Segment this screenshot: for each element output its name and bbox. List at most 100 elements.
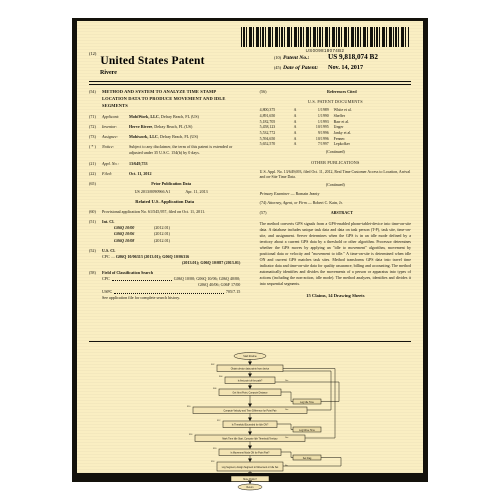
flowchart-figure: Start Routine Obtain device data points … — [89, 351, 411, 493]
notice-text: Subject to any disclaimer, the term of t… — [129, 144, 233, 156]
dot-leader — [111, 276, 172, 282]
invention-title: METHOD AND SYSTEM TO ANALYZE TIME STAMP … — [102, 89, 226, 108]
field-classification-search: (58) Field of Classification Search CPC … — [89, 270, 240, 301]
filed-value: Oct. 11, 2012 — [129, 170, 152, 176]
ref-numeral: 328 — [225, 475, 229, 477]
patent-no-code: (10) — [274, 55, 281, 60]
ref-numeral: 310 — [187, 406, 191, 408]
field-inventor: (72) Inventor: Herve Rivere, Delray Beac… — [89, 124, 240, 130]
examiner-name: Romain Jeanty — [295, 191, 320, 197]
assignee-name: Mobiwork, LLC — [129, 134, 158, 140]
node-text: More Points? — [243, 478, 257, 481]
attorney-line: (74) Attorney, Agent, or Firm — Robert C… — [259, 200, 343, 206]
field-appl-no: (21) Appl. No.: 13/649,753 — [89, 161, 240, 167]
prior-pub-date: Apr. 11, 2013 — [185, 189, 208, 195]
node-text: Is Threshold Exceeded for Idle ON? — [232, 424, 269, 427]
applicant-address: , Delray Beach, FL (US) — [158, 113, 199, 119]
examiner-label: Primary Examiner — [259, 191, 290, 197]
other-publications-heading: OTHER PUBLICATIONS — [311, 160, 360, 166]
ref-name: Lepkofker — [333, 142, 350, 147]
ref-numeral: 316 — [189, 434, 193, 436]
applicant-name: MobiWork, LLC — [129, 113, 159, 119]
related-app-heading: Related U.S. Application Data — [135, 199, 195, 205]
fcs-cpc-label: CPC — [102, 276, 110, 282]
assignee-code: (73) — [89, 134, 96, 140]
branch-label: Yes — [285, 409, 288, 411]
refs-heading: References Cited — [327, 89, 357, 94]
primary-examiner: Primary Examiner — Romain Jeanty — [259, 191, 320, 197]
patent-no-value: US 9,818,074 B2 — [328, 53, 378, 61]
patent-no-label: Patent No.: — [282, 55, 310, 61]
field-references-cited: (56) References Cited — [260, 89, 411, 95]
branch-label: Yes — [285, 437, 288, 439]
other-pub-continued: (Continued) — [325, 182, 345, 187]
inventor-surname: Rivere — [100, 70, 117, 76]
node-text: Mark Time Idle Start, Compute Idle Thres… — [222, 438, 278, 441]
attorney-name: Robert C. Kain, Jr. — [312, 200, 343, 206]
abstract-code: (57) — [259, 210, 267, 216]
field-int-cl: (51) Int. Cl. G06Q 10/00 (2012.01) G06Q … — [89, 219, 240, 244]
ref-numeral: 306 — [213, 388, 217, 390]
intcl-code: (51) — [89, 219, 96, 225]
field-notice: ( * ) Notice: Subject to any disclaimer,… — [89, 144, 240, 156]
field-related-app: (60) Provisional application No. 61/545,… — [89, 209, 240, 215]
inventor-label: Inventor: — [102, 124, 118, 130]
uscl-code: (52) — [89, 247, 96, 253]
uscl-line-1: G06Q 10/06313 (2013.01); G06Q 10/06316 — [115, 253, 190, 259]
notice-label: Notice: — [102, 144, 115, 150]
patent-page: US009818074B2 (12) United States Patent … — [72, 18, 428, 491]
ref-numeral: 320 — [213, 448, 217, 450]
ref-numeral: 312 — [217, 420, 221, 422]
us-docs-heading: U.S. PATENT DOCUMENTS — [307, 99, 363, 105]
inventor-address: , Delray Beach, FL (US) — [152, 124, 193, 130]
date-label: Date of Patent: — [282, 64, 319, 71]
filed-code: (22) — [89, 170, 96, 176]
node-text: Log Segment, Assign Segment to Movement … — [222, 466, 279, 469]
attorney-label: Attorney, Agent, or Firm — [267, 200, 307, 206]
assignee-label: Assignee: — [102, 134, 118, 140]
intcl-row: G06Q 10/08 (2012.01) — [102, 238, 240, 244]
inventor-code: (72) — [89, 124, 96, 130]
column-divider — [248, 89, 249, 339]
intcl-year-2: (2012.01) — [154, 237, 171, 243]
filed-label: Filed: — [102, 170, 113, 176]
node-text: Get Next Point, Compute Distance — [232, 392, 268, 395]
ref-patent-no: 5,652,570 — [259, 142, 276, 147]
inventor-name: Herve Rivere — [129, 124, 153, 130]
prior-pub-heading: Prior Publication Data — [151, 180, 192, 186]
notice-code: ( * ) — [89, 144, 96, 150]
fcs-uspc-value: 705/7.15 — [225, 288, 241, 294]
right-column: (56) References Cited U.S. PATENT DOCUME… — [260, 89, 411, 299]
ref-numeral: 302 — [211, 364, 215, 366]
refs-code: (56) — [259, 89, 267, 94]
field-abstract: (57) ABSTRACT — [260, 210, 411, 216]
applicant-code: (71) — [89, 113, 96, 119]
date-code: (45) — [274, 64, 281, 70]
node-text: Is first point of the path? — [238, 380, 263, 383]
dot-leader — [114, 289, 224, 294]
left-column: (54) METHOD AND SYSTEM TO ANALYZE TIME S… — [89, 89, 240, 305]
abstract-heading: ABSTRACT — [330, 210, 353, 216]
field-title: (54) METHOD AND SYSTEM TO ANALYZE TIME S… — [89, 89, 240, 110]
other-publication-entry: U.S. Appl. No. 13/649,693, filed Oct. 11… — [259, 169, 411, 180]
uscl-line-2: (2013.01); G06Q 10/087 (2013.01) — [181, 260, 241, 266]
doc-type-title: United States Patent — [100, 55, 205, 67]
node-text: Start Routine — [243, 355, 257, 358]
ref-numeral: 304 — [219, 376, 223, 378]
related-code: (60) — [89, 209, 96, 215]
patent-title-block: (12) United States Patent Rivere — [89, 51, 259, 76]
barcode-block: US009818074B2 — [241, 27, 409, 53]
abstract-text: The method converts GPS signals from a G… — [259, 220, 411, 286]
table-row: 5,652,570 A 7/1997 Lepkofker — [260, 142, 411, 148]
header-rule — [89, 81, 411, 82]
prior-pub-code: (65) — [89, 180, 96, 186]
intcl-code-2: G06Q 10/08 — [114, 237, 135, 243]
node-text: Is Movement Mode ON for Point Pair? — [231, 452, 271, 455]
patent-header: (12) United States Patent Rivere (10) Pat… — [89, 51, 411, 77]
side-node-text: Set Flag — [303, 457, 312, 460]
field-us-cl: (52) U.S. Cl. CPC .... G06Q 10/06313 (20… — [89, 248, 240, 266]
applicant-label: Applicant: — [102, 113, 120, 119]
applno-value: 13/649,753 — [129, 160, 148, 166]
title-code: (54) — [89, 89, 96, 94]
fcs-code: (58) — [89, 270, 96, 276]
